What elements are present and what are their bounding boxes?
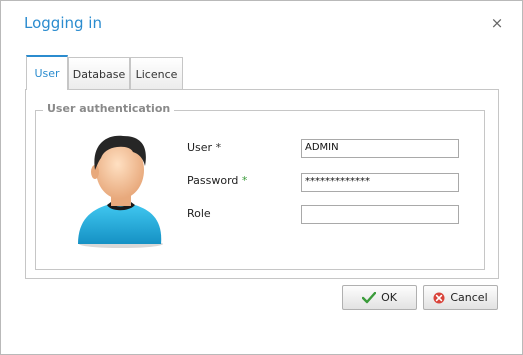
role-label: Role	[187, 207, 211, 220]
tab-licence[interactable]: Licence	[130, 57, 183, 89]
close-icon[interactable]: ×	[490, 15, 504, 31]
dialog-title: Logging in	[24, 14, 102, 32]
user-avatar-icon	[78, 135, 163, 248]
ok-button[interactable]: OK	[342, 285, 417, 310]
role-input[interactable]	[301, 205, 459, 224]
cancel-icon	[433, 292, 445, 303]
tab-database[interactable]: Database	[68, 57, 130, 89]
password-label: Password *	[187, 174, 248, 187]
cancel-label: Cancel	[450, 291, 488, 304]
ok-label: OK	[381, 291, 397, 304]
group-legend: User authentication	[43, 102, 175, 115]
user-label: User *	[187, 141, 222, 154]
password-input[interactable]: *************	[301, 173, 459, 192]
tab-user[interactable]: User	[26, 55, 68, 90]
user-input[interactable]: ADMIN	[301, 139, 459, 158]
checkmark-icon	[362, 291, 377, 303]
cancel-button[interactable]: Cancel	[423, 285, 498, 310]
